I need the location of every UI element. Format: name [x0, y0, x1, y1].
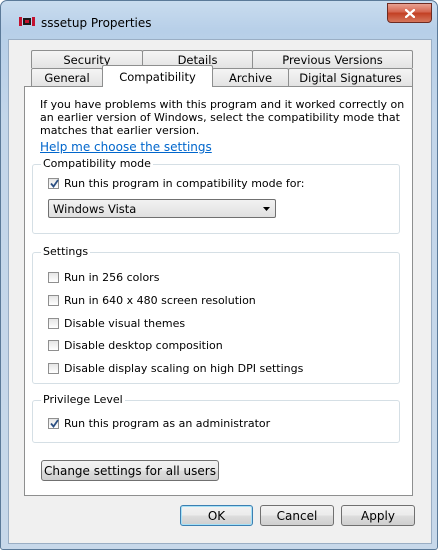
- setting-visual-themes-checkbox[interactable]: [48, 318, 59, 329]
- setting-desktop-composition-checkbox[interactable]: [48, 340, 59, 351]
- compatibility-panel: If you have problems with this program a…: [24, 86, 413, 496]
- setting-256-colors-row[interactable]: Run in 256 colors: [48, 271, 159, 284]
- tab-label: Compatibility: [119, 69, 196, 84]
- setting-desktop-composition-row[interactable]: Disable desktop composition: [48, 339, 223, 352]
- privilege-legend: Privilege Level: [41, 393, 125, 406]
- button-label: Change settings for all users: [43, 463, 216, 478]
- properties-window: sssetup Properties Security Details Prev…: [0, 0, 438, 550]
- cancel-button[interactable]: Cancel: [260, 505, 334, 526]
- window-title: sssetup Properties: [41, 16, 152, 30]
- setting-dpi-scaling-row[interactable]: Disable display scaling on high DPI sett…: [48, 362, 303, 375]
- setting-640x480-row[interactable]: Run in 640 x 480 screen resolution: [48, 294, 256, 307]
- setting-label: Disable display scaling on high DPI sett…: [64, 362, 304, 375]
- tab-previous-versions[interactable]: Previous Versions: [252, 50, 413, 68]
- setting-label: Disable desktop composition: [64, 339, 223, 352]
- button-label: Apply: [361, 508, 395, 523]
- checkmark-icon: [50, 419, 59, 428]
- checkmark-icon: [50, 179, 59, 188]
- admin-row[interactable]: Run this program as an administrator: [48, 417, 270, 430]
- intro-text: If you have problems with this program a…: [40, 98, 405, 137]
- privilege-group: Privilege Level Run this program as an a…: [32, 393, 400, 443]
- admin-checkbox[interactable]: [48, 418, 59, 429]
- title-bar[interactable]: sssetup Properties: [1, 1, 437, 39]
- compat-mode-group: Compatibility mode Run this program in c…: [32, 157, 400, 234]
- compat-mode-legend: Compatibility mode: [41, 157, 153, 170]
- tab-compatibility[interactable]: Compatibility: [102, 65, 213, 87]
- compat-mode-row[interactable]: Run this program in compatibility mode f…: [48, 177, 305, 190]
- admin-label: Run this program as an administrator: [64, 417, 271, 430]
- chevron-down-icon: [263, 207, 270, 211]
- tab-label: Digital Signatures: [299, 70, 402, 85]
- button-label: Cancel: [276, 508, 318, 523]
- compat-mode-checkbox[interactable]: [48, 178, 59, 189]
- setting-visual-themes-row[interactable]: Disable visual themes: [48, 317, 185, 330]
- compat-mode-label: Run this program in compatibility mode f…: [64, 177, 305, 190]
- tab-archive[interactable]: Archive: [212, 68, 289, 86]
- apply-button[interactable]: Apply: [341, 505, 415, 526]
- close-icon: [404, 8, 415, 18]
- change-all-users-button[interactable]: Change settings for all users: [41, 460, 219, 481]
- button-label: OK: [207, 508, 226, 523]
- settings-group: Settings Run in 256 colors Run in 640 x …: [32, 245, 400, 384]
- setting-label: Disable visual themes: [64, 317, 186, 330]
- ok-button[interactable]: OK: [180, 505, 253, 526]
- setting-label: Run in 640 x 480 screen resolution: [64, 294, 256, 307]
- setting-label: Run in 256 colors: [64, 271, 160, 284]
- sssetup-app-icon: [19, 17, 35, 26]
- tab-label: General: [44, 70, 90, 85]
- os-dropdown[interactable]: Windows Vista: [48, 199, 276, 218]
- tab-digital-signatures[interactable]: Digital Signatures: [288, 68, 413, 86]
- tab-general[interactable]: General: [31, 68, 103, 86]
- settings-legend: Settings: [41, 245, 91, 258]
- setting-640x480-checkbox[interactable]: [48, 295, 59, 306]
- close-button[interactable]: [387, 3, 432, 23]
- setting-dpi-scaling-checkbox[interactable]: [48, 363, 59, 374]
- tab-label: Archive: [228, 70, 273, 85]
- help-link[interactable]: Help me choose the settings: [40, 140, 212, 154]
- setting-256-colors-checkbox[interactable]: [48, 272, 59, 283]
- os-dropdown-value: Windows Vista: [53, 202, 137, 216]
- tab-label: Previous Versions: [282, 52, 383, 67]
